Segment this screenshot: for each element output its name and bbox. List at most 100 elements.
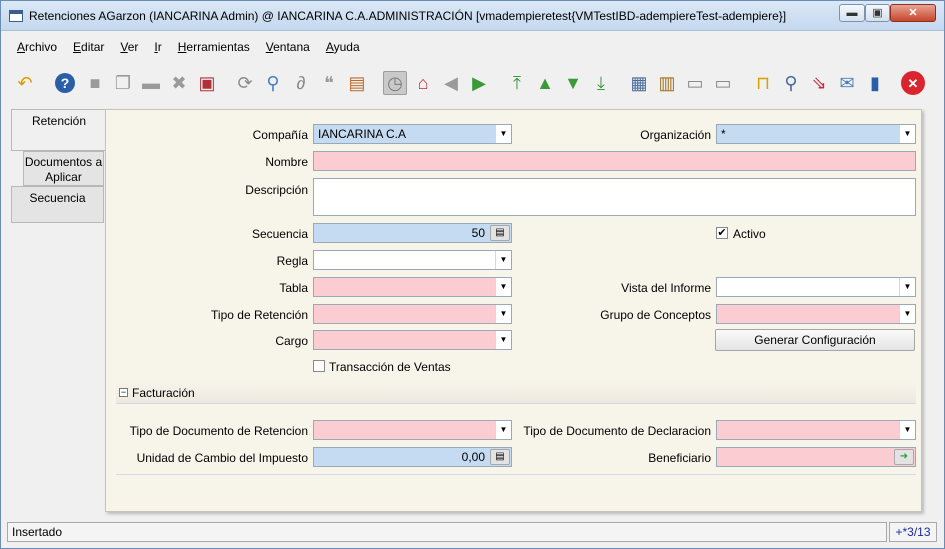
chevron-down-icon[interactable]: ▼ (899, 421, 915, 439)
chevron-down-icon[interactable]: ▼ (495, 125, 511, 143)
delete-icon[interactable]: ▬ (139, 71, 163, 95)
collapse-icon[interactable]: − (119, 388, 128, 397)
search-arrow-icon[interactable]: ➜ (894, 449, 914, 465)
cargo-select[interactable]: ▼ (313, 330, 512, 350)
print-icon[interactable]: ▭ (711, 71, 735, 95)
home-icon[interactable]: ⌂ (411, 71, 435, 95)
tipo-doc-declaracion-select[interactable]: ▼ (716, 420, 916, 440)
compania-select[interactable]: IANCARINA C.A ▼ (313, 124, 512, 144)
secuencia-label: Secuencia (251, 227, 308, 241)
find-icon[interactable]: ⚲ (261, 71, 285, 95)
generar-configuracion-button[interactable]: Generar Configuración (715, 329, 915, 351)
help-icon[interactable]: ? (55, 73, 75, 93)
maximize-button[interactable]: ▣ (865, 4, 890, 22)
exit-icon[interactable]: ✕ (901, 71, 925, 95)
chevron-down-icon[interactable]: ▼ (495, 278, 511, 296)
title-bar[interactable]: Retenciones AGarzon (IANCARINA Admin) @ … (1, 1, 944, 31)
chevron-down-icon[interactable]: ▼ (495, 305, 511, 323)
menu-bar: Archivo Editar Ver Ir Herramientas Venta… (9, 37, 368, 57)
organizacion-select[interactable]: * ▼ (716, 124, 916, 144)
unidad-cambio-label: Unidad de Cambio del Impuesto (136, 451, 308, 465)
menu-ventana[interactable]: Ventana (258, 37, 318, 57)
print-preview-icon[interactable]: ▭ (683, 71, 707, 95)
regla-label: Regla (276, 254, 308, 268)
organizacion-label: Organización (640, 128, 711, 142)
section-divider (116, 474, 916, 475)
minimize-button[interactable]: ▬ (839, 4, 865, 22)
secuencia-value: 50 (471, 226, 485, 240)
calculator-icon[interactable]: ▤ (490, 225, 510, 241)
activo-label: Activo (733, 227, 766, 241)
record-form-panel: Compañía IANCARINA C.A ▼ Organización * … (105, 109, 922, 512)
toolbar: ↶? ■ ❐ ▬ ✖ ▣ ⟳ ⚲ ∂ ❝ ▤ ◷ ⌂ ◀ ▶ ⤒ ▲ ▼ ⤓ ▦ ▥ ▭ ▭ ⊓ ⚲ ⇘ ✉ ▮ ✕ (9, 63, 937, 103)
forward-icon[interactable]: ▶ (467, 71, 491, 95)
menu-ir[interactable]: Ir (146, 37, 169, 57)
beneficiario-search[interactable]: ➜ (716, 447, 916, 467)
transaccion-ventas-checkbox[interactable] (313, 360, 325, 372)
last-record-icon[interactable]: ⤓ (589, 71, 613, 95)
secuencia-input[interactable]: 50 ▤ (313, 223, 512, 243)
status-bar: Insertado (7, 522, 887, 542)
menu-ver[interactable]: Ver (112, 37, 146, 57)
close-window-button[interactable]: ✕ (890, 4, 936, 22)
chevron-down-icon[interactable]: ▼ (495, 421, 511, 439)
beneficiario-label: Beneficiario (648, 451, 711, 465)
tab-documentos-a-aplicar[interactable]: Documentos a Aplicar (23, 151, 104, 186)
tipo-doc-retencion-select[interactable]: ▼ (313, 420, 512, 440)
nombre-input[interactable] (313, 151, 916, 171)
undo-icon[interactable]: ↶ (13, 71, 37, 95)
tabla-label: Tabla (279, 281, 308, 295)
grupo-conceptos-select[interactable]: ▼ (716, 304, 916, 324)
vista-informe-label: Vista del Informe (621, 281, 711, 295)
window-title: Retenciones AGarzon (IANCARINA Admin) @ … (29, 9, 787, 23)
save-icon[interactable]: ▣ (195, 71, 219, 95)
tipo-retencion-select[interactable]: ▼ (313, 304, 512, 324)
organizacion-value: * (721, 127, 726, 141)
vista-informe-select[interactable]: ▼ (716, 277, 916, 297)
menu-editar[interactable]: Editar (65, 37, 112, 57)
calculator-icon[interactable]: ▤ (490, 449, 510, 465)
report-icon[interactable]: ▦ (627, 71, 651, 95)
tab-secuencia[interactable]: Secuencia (11, 186, 104, 223)
delete-selection-icon[interactable]: ✖ (167, 71, 191, 95)
active-workflows-icon[interactable]: ⇘ (807, 71, 831, 95)
zoom-across-icon[interactable]: ⚲ (779, 71, 803, 95)
back-icon[interactable]: ◀ (439, 71, 463, 95)
archive-icon[interactable]: ▥ (655, 71, 679, 95)
request-icon[interactable]: ✉ (835, 71, 859, 95)
history-icon[interactable]: ◷ (383, 71, 407, 95)
product-info-icon[interactable]: ▮ (863, 71, 887, 95)
tab-retencion[interactable]: Retención (11, 109, 106, 151)
lock-icon[interactable]: ⊓ (751, 71, 775, 95)
descripcion-input[interactable] (313, 178, 916, 216)
tabla-select[interactable]: ▼ (313, 277, 512, 297)
facturacion-section-header[interactable]: − Facturación (116, 382, 916, 404)
cargo-label: Cargo (275, 334, 308, 348)
chevron-down-icon[interactable]: ▼ (495, 331, 511, 349)
attachment-icon[interactable]: ∂ (289, 71, 313, 95)
tipo-doc-declaracion-label: Tipo de Documento de Declaracion (523, 424, 711, 438)
refresh-icon[interactable]: ⟳ (233, 71, 257, 95)
chevron-down-icon[interactable]: ▼ (899, 278, 915, 296)
chevron-down-icon[interactable]: ▼ (495, 251, 511, 269)
unidad-cambio-input[interactable]: 0,00 ▤ (313, 447, 512, 467)
compania-label: Compañía (252, 128, 308, 142)
copy-record-icon[interactable]: ❐ (111, 71, 135, 95)
activo-checkbox[interactable]: ✔ (716, 227, 728, 239)
new-record-icon[interactable]: ■ (83, 71, 107, 95)
tipo-retencion-label: Tipo de Retención (211, 308, 308, 322)
chat-icon[interactable]: ❝ (317, 71, 341, 95)
regla-select[interactable]: ▼ (313, 250, 512, 270)
menu-herramientas[interactable]: Herramientas (170, 37, 258, 57)
next-record-icon[interactable]: ▼ (561, 71, 585, 95)
chevron-down-icon[interactable]: ▼ (899, 125, 915, 143)
menu-archivo[interactable]: Archivo (9, 37, 65, 57)
window-icon (9, 10, 23, 22)
descripcion-label: Descripción (245, 183, 308, 197)
record-info[interactable]: +*3/13 (889, 522, 937, 542)
chevron-down-icon[interactable]: ▼ (899, 305, 915, 323)
previous-record-icon[interactable]: ▲ (533, 71, 557, 95)
first-record-icon[interactable]: ⤒ (505, 71, 529, 95)
menu-ayuda[interactable]: Ayuda (318, 37, 368, 57)
grid-toggle-icon[interactable]: ▤ (345, 71, 369, 95)
